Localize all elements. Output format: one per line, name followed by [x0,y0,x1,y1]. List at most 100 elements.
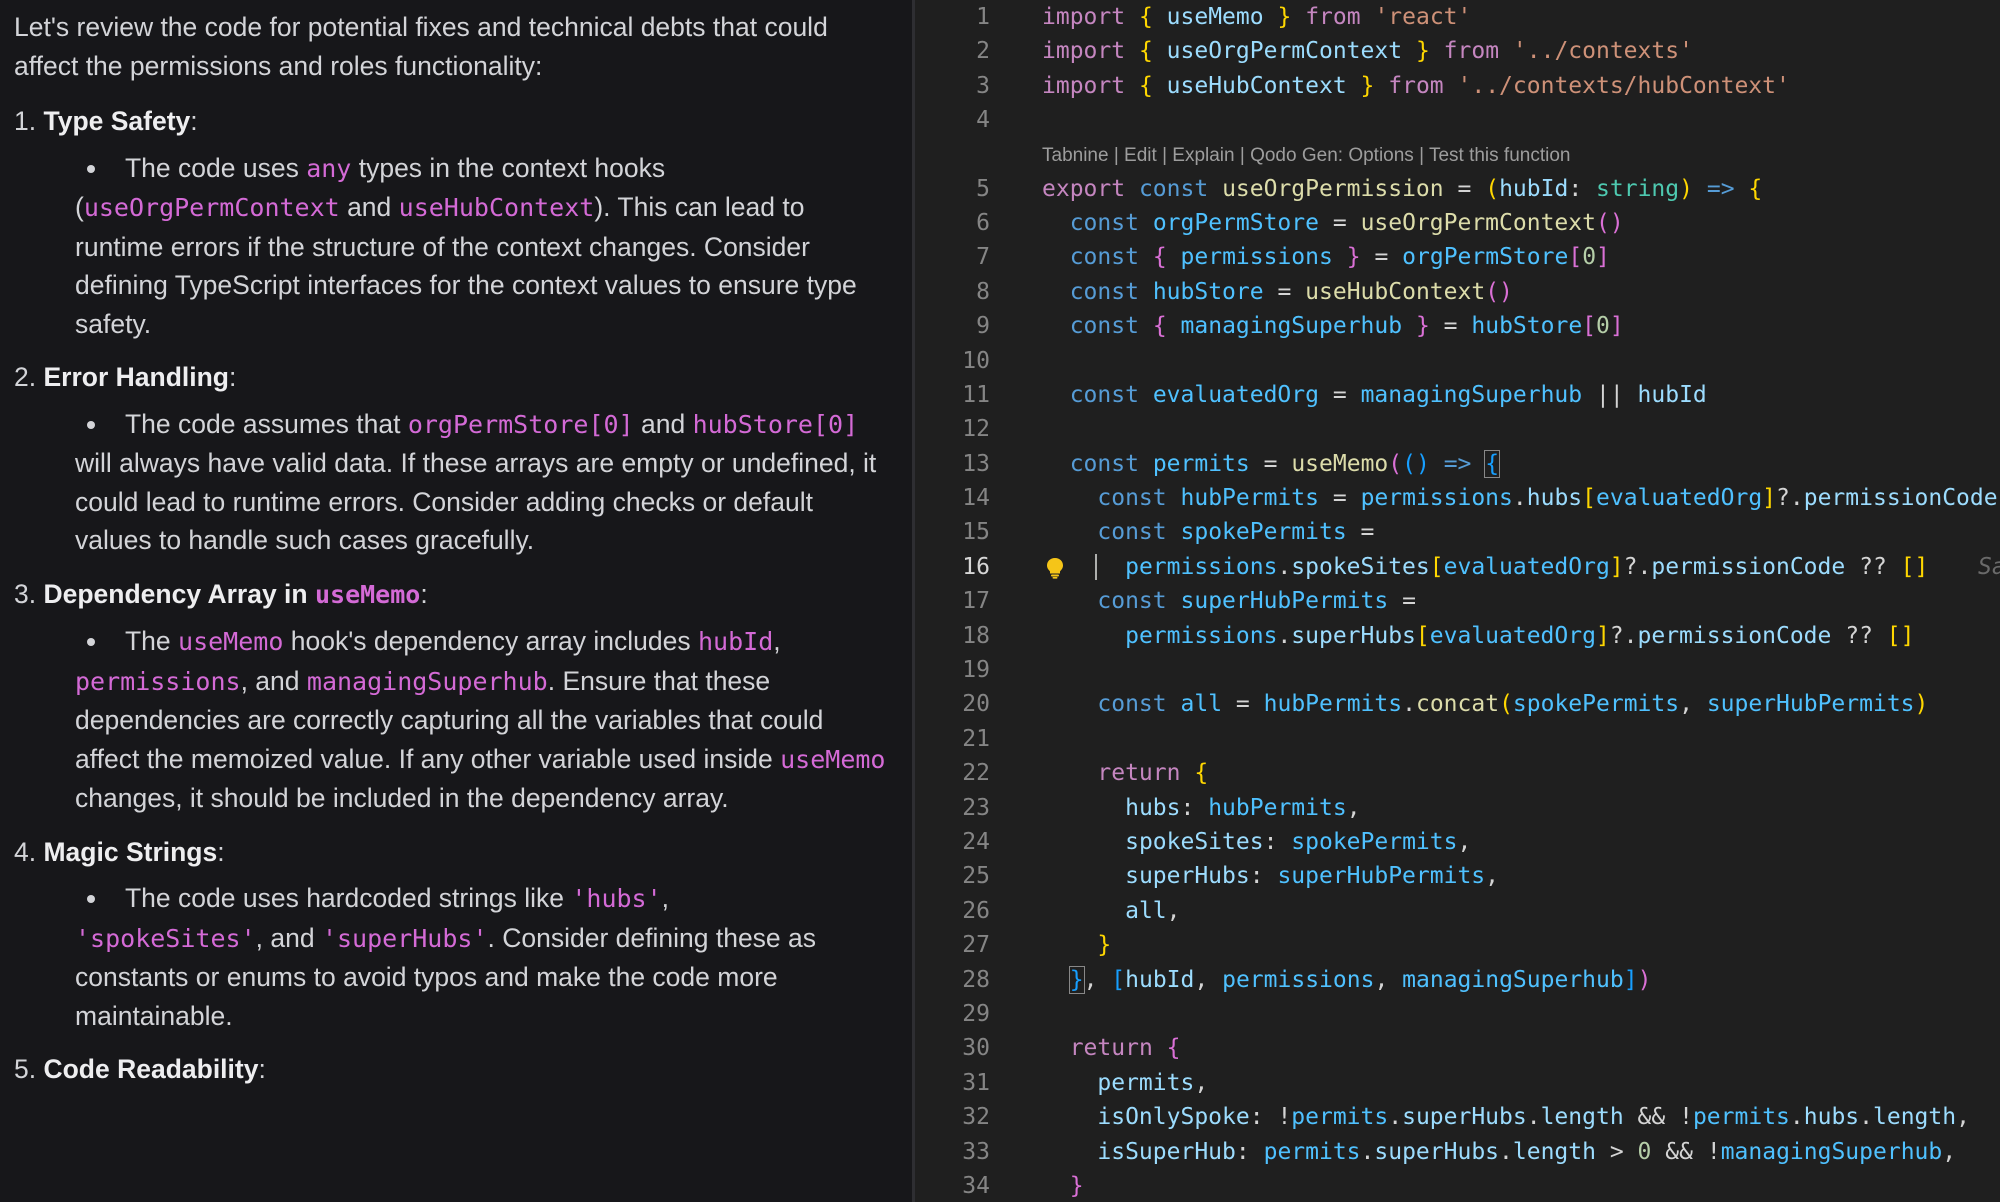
code-line[interactable]: 6 const orgPermStore = useOrgPermContext… [915,206,2000,240]
text-run: The [125,626,179,656]
chat-panel: Let's review the code for potential fixe… [0,0,912,1202]
text-run: The code assumes that [125,408,408,439]
code-line[interactable]: 8 const hubStore = useHubContext() [915,275,2000,309]
token: } [1415,38,1430,65]
section-heading: Error Handling [43,362,229,392]
code-line[interactable]: 14 const hubPermits = permissions.hubs[e… [915,481,2000,515]
token: permissions [1125,553,1278,580]
token: () [1485,278,1513,305]
code-line[interactable]: 20 const all = hubPermits.concat(spokePe… [915,687,2000,721]
token: ) [1637,966,1652,993]
token: = [1235,691,1250,718]
code-line[interactable]: 23 hubs: hubPermits, [915,791,2000,825]
token: ( [1388,450,1403,477]
code-line[interactable]: 30 return { [915,1031,2000,1065]
code-line[interactable]: 15 const spokePermits = [915,515,2000,549]
token: } [1277,4,1292,30]
code-line[interactable]: 21 [915,722,2000,756]
code-line[interactable]: 9 const { managingSuperhub } = hubStore[… [915,309,2000,343]
line-number: 25 [962,863,990,890]
token: ] [1762,485,1777,512]
code-line[interactable]: 18 permissions.superHubs[evaluatedOrg]?.… [915,619,2000,653]
code-text: const spokePermits = [1042,515,1374,549]
code-text: hubs: hubPermits, [1042,791,1360,825]
code-line[interactable]: 34 } [915,1169,2000,1202]
token: ?? [1859,553,1887,580]
token: '../contexts' [1512,38,1693,65]
token: ] [1623,966,1638,993]
code-line[interactable]: 28 }, [hubId, permissions, managingSuper… [915,963,2000,997]
token: { [1194,760,1209,787]
code-text: const all = hubPermits.concat(spokePermi… [1042,687,1928,721]
token: { [1166,1035,1181,1062]
token: permissionCode [1651,553,1846,580]
token: = [1332,209,1347,236]
token: useMemo [1291,450,1389,477]
token: => [1706,175,1735,202]
code-line[interactable]: 13 const permits = useMemo(() => { [915,447,2000,481]
code-editor[interactable]: 1 import { useMemo } from 'react' 2 import… [915,0,2000,1202]
code-line[interactable]: 24 spokeSites: spokePermits, [915,825,2000,859]
code-line-active[interactable]: 16 permissions.spokeSites[evaluatedOrg]?… [915,550,2000,584]
token: : [1235,1138,1250,1165]
code-line[interactable]: 7 const { permissions } = orgPermStore[0… [915,240,2000,274]
inline-code: useMemo [178,627,284,656]
code-line[interactable]: 22 return { [915,756,2000,790]
token: useMemo [1166,4,1264,30]
token: ?. [1776,485,1804,512]
line-number: 1 [976,4,990,30]
code-line[interactable]: 12 [915,412,2000,446]
bullet-text: The code uses any types in the context h… [75,149,892,344]
code-line[interactable]: 11 const evaluatedOrg = managingSuperhub… [915,378,2000,412]
token: hubId [1125,966,1195,993]
code-text: const hubStore = useHubContext() [1042,275,1513,309]
token: '../contexts/hubContext' [1457,72,1790,99]
token: orgPermStore [1152,209,1319,236]
code-line[interactable]: 17 const superHubPermits = [915,584,2000,618]
token: ?. [1609,622,1638,649]
inline-code: 'hubs' [571,884,662,913]
token: const [1097,691,1167,718]
token: 0 [1596,313,1610,340]
token: . [1859,1104,1873,1131]
inline-code: useOrgPermContext [83,193,340,222]
code-line[interactable]: 1 import { useMemo } from 'react' [915,0,2000,34]
code-line[interactable]: 26 all, [915,894,2000,928]
code-line[interactable]: 32 isOnlySpoke: !permits.superHubs.lengt… [915,1100,2000,1134]
inline-code: useHubContext [398,193,595,222]
inline-code: 'superHubs' [321,923,488,953]
token: managingSuperhub [1360,381,1583,408]
code-line[interactable]: 31 permits, [915,1066,2000,1100]
code-text: const hubPermits = permissions.hubs[eval… [1042,481,1997,515]
code-line[interactable]: 3 import { useHubContext } from '../conte… [915,69,2000,103]
codelens-bar[interactable]: Tabnine | Edit | Explain | Qodo Gen: Opt… [915,138,2000,172]
code-line[interactable]: 2 import { useOrgPermContext } from '../c… [915,34,2000,68]
token: useOrgPermission [1222,175,1444,202]
intro-text: Let's review the code for potential fixe… [14,12,828,81]
code-line[interactable]: 5 export const useOrgPermission = (hubId:… [915,172,2000,206]
token: = [1332,381,1347,408]
token: all [1180,691,1223,718]
code-line[interactable]: 19 [915,653,2000,687]
token: ] [1609,553,1624,580]
token: from [1388,72,1444,99]
code-line[interactable]: 4 [915,103,2000,137]
list-item: The useMemo hook's dependency array incl… [14,622,892,818]
token: superHubs [1402,1104,1527,1131]
token: hubId [1499,175,1569,202]
code-line[interactable]: 25 superHubs: superHubPermits, [915,859,2000,893]
text-run: will always have valid data. If these ar… [75,448,877,555]
code-line[interactable]: 10 [915,344,2000,378]
line-number: 19 [962,657,990,684]
code-line[interactable]: 27 } [915,928,2000,962]
token: import [1042,72,1126,99]
token: isOnlySpoke [1097,1104,1250,1131]
token: [ [1582,485,1596,512]
code-line[interactable]: 33 isSuperHub: permits.superHubs.length … [915,1135,2000,1169]
token: && [1637,1104,1666,1131]
code-line[interactable]: 29 [915,997,2000,1031]
token: = [1332,485,1347,512]
token: const [1069,450,1139,477]
token: return [1097,760,1181,787]
codelens-actions[interactable]: Tabnine | Edit | Explain | Qodo Gen: Opt… [1042,139,1570,173]
